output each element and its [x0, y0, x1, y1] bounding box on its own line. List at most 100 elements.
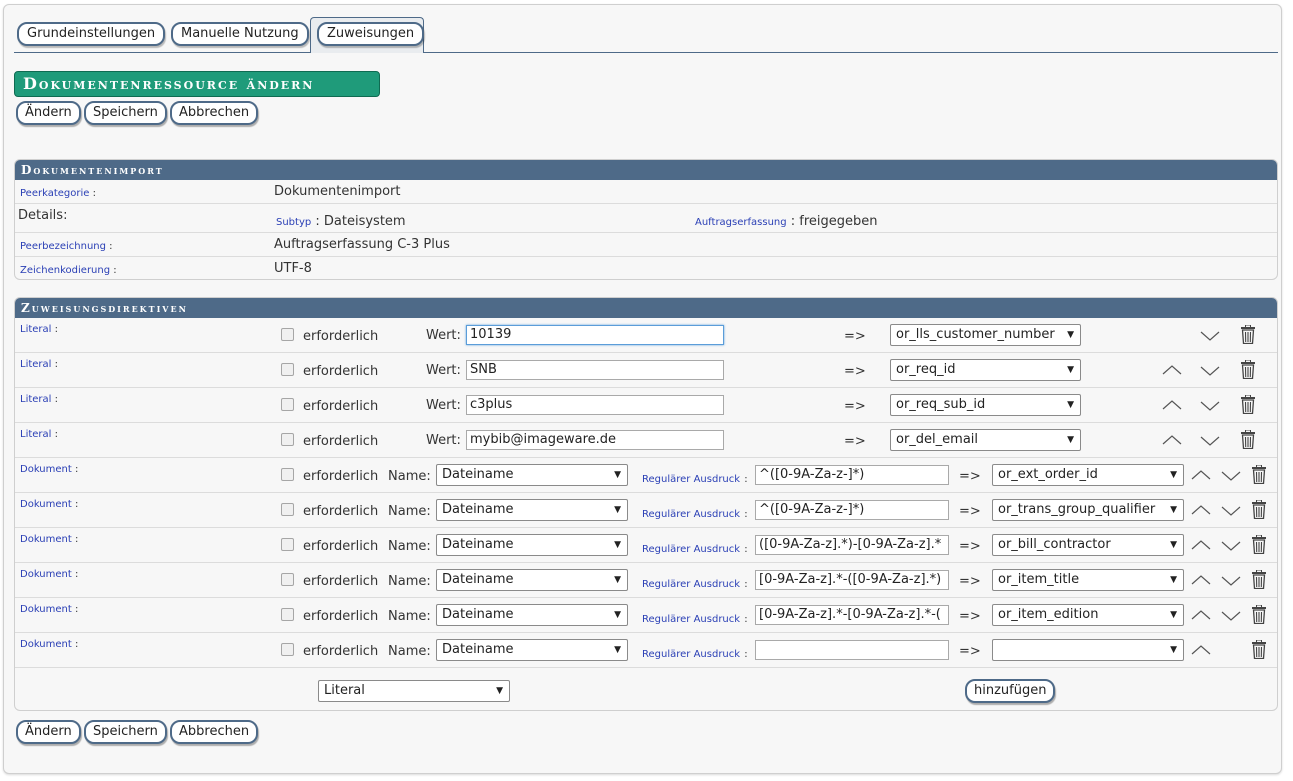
- tab-manuelle-nutzung[interactable]: Manuelle Nutzung: [171, 22, 309, 46]
- required-checkbox[interactable]: [281, 643, 294, 656]
- colon: :: [74, 604, 79, 615]
- trash-icon[interactable]: [1251, 569, 1267, 593]
- regex-input[interactable]: ([0-9A-Za-z].*)-[0-9A-Za-z].*: [755, 535, 949, 555]
- regex-input[interactable]: ^([0-9A-Za-z-]*): [755, 465, 949, 485]
- required-checkbox[interactable]: [281, 398, 294, 411]
- target-field-select[interactable]: or_item_title ▼: [992, 569, 1184, 591]
- directive-row: Dokument : erforderlich Name: Dateiname ▼ Reg…: [15, 528, 1277, 563]
- required-label: erforderlich: [303, 434, 379, 449]
- change-button-bottom[interactable]: Ändern: [16, 720, 81, 744]
- name-label: Name:: [388, 469, 431, 484]
- value-input[interactable]: SNB: [466, 360, 724, 380]
- move-down-icon[interactable]: [1200, 400, 1220, 415]
- trash-icon[interactable]: [1251, 604, 1267, 628]
- tab-zuweisungen[interactable]: Zuweisungen: [317, 22, 425, 46]
- move-up-icon[interactable]: [1191, 644, 1211, 659]
- trash-icon[interactable]: [1240, 394, 1256, 418]
- move-down-icon[interactable]: [1200, 365, 1220, 380]
- move-down-icon[interactable]: [1221, 505, 1241, 520]
- regex-input[interactable]: [0-9A-Za-z].*-[0-9A-Za-z].*-(: [755, 605, 949, 625]
- new-directive-type-value: Literal: [324, 683, 365, 698]
- required-checkbox[interactable]: [281, 538, 294, 551]
- directive-type-label: Literal :: [20, 429, 58, 440]
- source-name-select[interactable]: Dateiname ▼: [436, 604, 628, 626]
- move-down-icon[interactable]: [1200, 435, 1220, 450]
- target-field-select[interactable]: or_del_email ▼: [890, 429, 1081, 451]
- order-field: Auftragserfassung : freigegeben: [695, 214, 878, 229]
- directive-type-text: Dokument: [20, 499, 72, 510]
- target-field-select[interactable]: or_req_sub_id ▼: [890, 394, 1081, 416]
- import-section: Dokumentenimport Peerkategorie : Dokumen…: [14, 159, 1278, 280]
- move-down-icon[interactable]: [1200, 330, 1220, 345]
- move-down-icon[interactable]: [1221, 575, 1241, 590]
- regex-input[interactable]: [0-9A-Za-z].*-([0-9A-Za-z].*): [755, 570, 949, 590]
- trash-icon[interactable]: [1240, 359, 1256, 383]
- move-up-icon[interactable]: [1191, 504, 1211, 519]
- target-field-select[interactable]: or_req_id ▼: [890, 359, 1081, 381]
- trash-icon[interactable]: [1251, 639, 1267, 663]
- move-up-icon[interactable]: [1162, 434, 1182, 449]
- required-checkbox[interactable]: [281, 608, 294, 621]
- colon: :: [54, 394, 59, 405]
- source-name-select[interactable]: Dateiname ▼: [436, 464, 628, 486]
- tab-grundeinstellungen[interactable]: Grundeinstellungen: [17, 22, 166, 46]
- move-down-icon[interactable]: [1221, 610, 1241, 625]
- source-name-select[interactable]: Dateiname ▼: [436, 534, 628, 556]
- directive-row: Literal : erforderlich Wert: c3plus => or_req…: [15, 388, 1277, 423]
- regex-label: Regulärer Ausdruck :: [642, 611, 748, 626]
- move-up-icon[interactable]: [1191, 609, 1211, 624]
- cancel-button-top[interactable]: Abbrechen: [170, 101, 259, 125]
- cancel-button-bottom[interactable]: Abbrechen: [170, 720, 259, 744]
- add-directive-button[interactable]: hinzufügen: [965, 679, 1056, 703]
- change-button-top[interactable]: Ändern: [16, 101, 81, 125]
- source-name-value: Dateiname: [442, 642, 514, 657]
- required-checkbox[interactable]: [281, 503, 294, 516]
- trash-icon[interactable]: [1240, 324, 1256, 348]
- required-label: erforderlich: [303, 364, 379, 379]
- target-field-select[interactable]: or_item_edition ▼: [992, 604, 1184, 626]
- required-checkbox[interactable]: [281, 573, 294, 586]
- required-checkbox[interactable]: [281, 433, 294, 446]
- peer-name-label: Peerbezeichnung :: [20, 241, 113, 252]
- value-label: Wert:: [426, 328, 461, 343]
- save-button-bottom[interactable]: Speichern: [84, 720, 167, 744]
- value-input[interactable]: c3plus: [466, 395, 724, 415]
- value-input[interactable]: 10139: [466, 325, 724, 345]
- chevron-down-icon: ▼: [1067, 330, 1074, 340]
- trash-icon[interactable]: [1251, 534, 1267, 558]
- value-label: Wert:: [426, 363, 461, 378]
- new-directive-type-select[interactable]: Literal ▼: [318, 680, 510, 702]
- trash-icon[interactable]: [1240, 429, 1256, 453]
- move-up-icon[interactable]: [1191, 469, 1211, 484]
- trash-icon[interactable]: [1251, 464, 1267, 488]
- regex-input[interactable]: [755, 640, 949, 660]
- directive-type-text: Dokument: [20, 604, 72, 615]
- trash-icon[interactable]: [1251, 499, 1267, 523]
- source-name-select[interactable]: Dateiname ▼: [436, 569, 628, 591]
- required-checkbox[interactable]: [281, 363, 294, 376]
- move-up-icon[interactable]: [1191, 574, 1211, 589]
- required-checkbox[interactable]: [281, 328, 294, 341]
- source-name-select[interactable]: Dateiname ▼: [436, 499, 628, 521]
- target-field-select[interactable]: or_lls_customer_number ▼: [890, 324, 1081, 346]
- move-up-icon[interactable]: [1162, 399, 1182, 414]
- move-down-icon[interactable]: [1221, 470, 1241, 485]
- target-field-select[interactable]: or_trans_group_qualifier ▼: [992, 499, 1184, 521]
- save-button-top[interactable]: Speichern: [84, 101, 167, 125]
- target-field-select[interactable]: or_bill_contractor ▼: [992, 534, 1184, 556]
- directive-row: Dokument : erforderlich Name: Dateiname ▼ Reg…: [15, 458, 1277, 493]
- move-down-icon[interactable]: [1221, 540, 1241, 555]
- colon: :: [744, 579, 748, 590]
- required-checkbox[interactable]: [281, 468, 294, 481]
- target-field-select[interactable]: ▼: [992, 639, 1184, 661]
- target-field-value: or_item_title: [998, 572, 1080, 587]
- required-label: erforderlich: [303, 504, 379, 519]
- colon: :: [74, 569, 79, 580]
- move-up-icon[interactable]: [1162, 364, 1182, 379]
- move-up-icon[interactable]: [1191, 539, 1211, 554]
- source-name-select[interactable]: Dateiname ▼: [436, 639, 628, 661]
- name-label: Name:: [388, 609, 431, 624]
- regex-input[interactable]: ^([0-9A-Za-z-]*): [755, 500, 949, 520]
- target-field-select[interactable]: or_ext_order_id ▼: [992, 464, 1184, 486]
- value-input[interactable]: mybib@imageware.de: [466, 430, 724, 450]
